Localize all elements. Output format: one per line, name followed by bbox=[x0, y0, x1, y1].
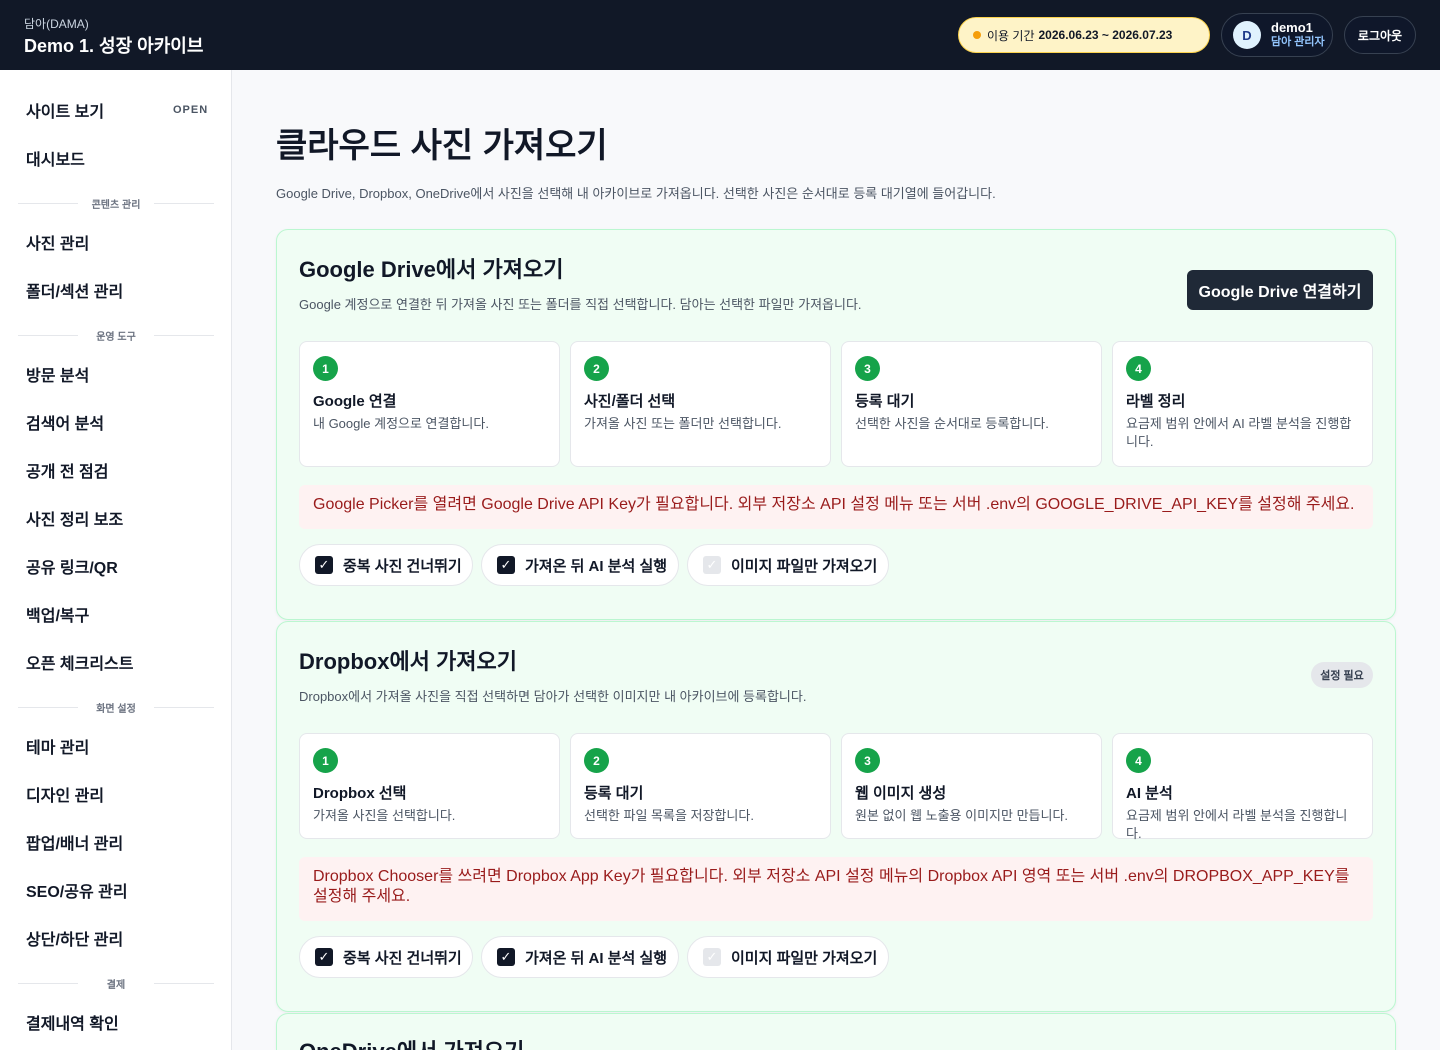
sidebar-item-visits[interactable]: 방문 분석 bbox=[26, 362, 89, 386]
option-label: 가져온 뒤 AI 분석 실행 bbox=[525, 557, 668, 575]
sidebar-item-backup[interactable]: 백업/복구 bbox=[26, 602, 89, 626]
api-key-alert: Google Picker를 열려면 Google Drive API Key가… bbox=[299, 485, 1373, 529]
sidebar-item-site-view[interactable]: 사이트 보기 bbox=[26, 98, 104, 122]
step-description: 가져올 사진을 선택합니다. bbox=[313, 808, 456, 823]
card-description: Google 계정으로 연결한 뒤 가져올 사진 또는 폴더를 직접 선택합니다… bbox=[299, 297, 862, 312]
sidebar-item-open-checklist[interactable]: 오픈 체크리스트 bbox=[26, 650, 134, 674]
sidebar-item-photo-assist[interactable]: 사진 정리 보조 bbox=[26, 506, 123, 530]
sidebar-item-precheck[interactable]: 공개 전 점검 bbox=[26, 458, 109, 482]
step-title: 사진/폴더 선택 bbox=[584, 393, 676, 410]
step-number: 2 bbox=[584, 748, 609, 773]
checkmark-icon: ✓ bbox=[497, 556, 515, 574]
step-description: 내 Google 계정으로 연결합니다. bbox=[313, 416, 489, 431]
sidebar-item-seo[interactable]: SEO/공유 관리 bbox=[26, 878, 128, 902]
step-number: 3 bbox=[855, 748, 880, 773]
step-title: 웹 이미지 생성 bbox=[855, 785, 947, 802]
run-ai-analysis-checkbox[interactable]: ✓ 가져온 뒤 AI 분석 실행 bbox=[481, 544, 679, 586]
step-number: 3 bbox=[855, 356, 880, 381]
brand-title[interactable]: Demo 1. 성장 아카이브 bbox=[24, 32, 203, 58]
step-card: 3 웹 이미지 생성 원본 없이 웹 노출용 이미지만 만듭니다. bbox=[841, 733, 1102, 839]
sidebar-item-header-footer[interactable]: 상단/하단 관리 bbox=[26, 926, 123, 950]
sidebar-item-theme[interactable]: 테마 관리 bbox=[26, 734, 89, 758]
subscription-period-badge: 이용 기간 2026.06.23 ~ 2026.07.23 bbox=[958, 17, 1210, 53]
period-value: 2026.06.23 ~ 2026.07.23 bbox=[1038, 28, 1173, 42]
page-title: 클라우드 사진 가져오기 bbox=[276, 127, 608, 165]
brand-subtitle: 담아(DAMA) bbox=[24, 17, 89, 31]
step-card: 3 등록 대기 선택한 사진을 순서대로 등록합니다. bbox=[841, 341, 1102, 467]
step-number: 4 bbox=[1126, 748, 1151, 773]
step-description: 가져올 사진 또는 폴더만 선택합니다. bbox=[584, 416, 782, 431]
sidebar-item-search-terms[interactable]: 검색어 분석 bbox=[26, 410, 104, 434]
run-ai-analysis-checkbox[interactable]: ✓ 가져온 뒤 AI 분석 실행 bbox=[481, 936, 679, 978]
option-label: 가져온 뒤 AI 분석 실행 bbox=[525, 949, 668, 967]
card-title: Google Drive에서 가져오기 bbox=[299, 257, 564, 282]
card-title: OneDrive에서 가져오기 bbox=[299, 1034, 524, 1050]
step-title: Google 연결 bbox=[313, 393, 397, 410]
sidebar-item-dashboard[interactable]: 대시보드 bbox=[26, 146, 85, 170]
google-drive-card: Google Drive에서 가져오기 Google 계정으로 연결한 뒤 가져… bbox=[276, 229, 1396, 620]
status-dot-icon bbox=[973, 31, 981, 39]
avatar: D bbox=[1233, 21, 1261, 49]
onedrive-card: OneDrive에서 가져오기 bbox=[276, 1013, 1396, 1050]
user-role: 담아 관리자 bbox=[1271, 36, 1325, 49]
step-number: 1 bbox=[313, 748, 338, 773]
site-open-badge: OPEN bbox=[173, 104, 209, 116]
checkmark-icon: ✓ bbox=[703, 948, 721, 966]
step-card: 4 AI 분석 요금제 범위 안에서 라벨 분석을 진행합니다. bbox=[1112, 733, 1373, 841]
step-title: 라벨 정리 bbox=[1126, 393, 1186, 410]
checkmark-icon: ✓ bbox=[315, 556, 333, 574]
step-number: 4 bbox=[1126, 356, 1151, 381]
step-description: 요금제 범위 안에서 라벨 분석을 진행합니다. bbox=[1126, 808, 1348, 842]
step-card: 4 라벨 정리 요금제 범위 안에서 AI 라벨 분석을 진행합니다. bbox=[1112, 341, 1373, 467]
logout-button[interactable]: 로그아웃 bbox=[1344, 16, 1416, 54]
sidebar-section-content: 콘텐츠 관리 bbox=[18, 196, 214, 211]
step-title: AI 분석 bbox=[1126, 785, 1173, 802]
step-title: Dropbox 선택 bbox=[313, 785, 407, 802]
step-card: 2 사진/폴더 선택 가져올 사진 또는 폴더만 선택합니다. bbox=[570, 341, 831, 467]
step-card: 2 등록 대기 선택한 파일 목록을 저장합니다. bbox=[570, 733, 831, 839]
skip-duplicates-checkbox[interactable]: ✓ 중복 사진 건너뛰기 bbox=[299, 936, 473, 978]
step-number: 1 bbox=[313, 356, 338, 381]
sidebar-section-payment: 결제 bbox=[18, 976, 214, 991]
step-description: 선택한 파일 목록을 저장합니다. bbox=[584, 808, 754, 823]
step-card: 1 Dropbox 선택 가져올 사진을 선택합니다. bbox=[299, 733, 560, 839]
sidebar-item-share-qr[interactable]: 공유 링크/QR bbox=[26, 554, 118, 578]
images-only-checkbox: ✓ 이미지 파일만 가져오기 bbox=[687, 544, 889, 586]
option-label: 이미지 파일만 가져오기 bbox=[731, 557, 878, 575]
sidebar-item-payments[interactable]: 결제내역 확인 bbox=[26, 1010, 119, 1034]
google-drive-connect-button[interactable]: Google Drive 연결하기 bbox=[1187, 270, 1373, 310]
card-description: Dropbox에서 가져올 사진을 직접 선택하면 담아가 선택한 이미지만 내… bbox=[299, 689, 807, 704]
checkmark-icon: ✓ bbox=[315, 948, 333, 966]
card-title: Dropbox에서 가져오기 bbox=[299, 649, 517, 674]
step-title: 등록 대기 bbox=[855, 393, 915, 410]
step-number: 2 bbox=[584, 356, 609, 381]
step-description: 요금제 범위 안에서 AI 라벨 분석을 진행합니다. bbox=[1126, 416, 1352, 450]
option-label: 중복 사진 건너뛰기 bbox=[343, 557, 462, 575]
period-label: 이용 기간 bbox=[987, 28, 1035, 43]
user-menu[interactable]: D demo1 담아 관리자 bbox=[1221, 13, 1333, 57]
step-title: 등록 대기 bbox=[584, 785, 644, 802]
option-label: 중복 사진 건너뛰기 bbox=[343, 949, 462, 967]
checkmark-icon: ✓ bbox=[703, 556, 721, 574]
sidebar-section-screen: 화면 설정 bbox=[18, 700, 214, 715]
dropbox-card: Dropbox에서 가져오기 Dropbox에서 가져올 사진을 직접 선택하면… bbox=[276, 621, 1396, 1012]
user-name: demo1 bbox=[1271, 20, 1313, 36]
step-description: 선택한 사진을 순서대로 등록합니다. bbox=[855, 416, 1049, 431]
setup-required-badge: 설정 필요 bbox=[1311, 662, 1373, 688]
page-description: Google Drive, Dropbox, OneDrive에서 사진을 선택… bbox=[276, 186, 996, 201]
option-label: 이미지 파일만 가져오기 bbox=[731, 949, 878, 967]
step-card: 1 Google 연결 내 Google 계정으로 연결합니다. bbox=[299, 341, 560, 467]
step-description: 원본 없이 웹 노출용 이미지만 만듭니다. bbox=[855, 808, 1069, 823]
sidebar-item-photos[interactable]: 사진 관리 bbox=[26, 230, 89, 254]
app-key-alert: Dropbox Chooser를 쓰려면 Dropbox App Key가 필요… bbox=[299, 857, 1373, 921]
skip-duplicates-checkbox[interactable]: ✓ 중복 사진 건너뛰기 bbox=[299, 544, 473, 586]
sidebar-item-design[interactable]: 디자인 관리 bbox=[26, 782, 104, 806]
top-bar: 담아(DAMA) Demo 1. 성장 아카이브 이용 기간 2026.06.2… bbox=[0, 0, 1440, 70]
images-only-checkbox: ✓ 이미지 파일만 가져오기 bbox=[687, 936, 889, 978]
sidebar-item-popup[interactable]: 팝업/배너 관리 bbox=[26, 830, 123, 854]
sidebar: 사이트 보기 OPEN 대시보드 콘텐츠 관리 사진 관리 폴더/섹션 관리 운… bbox=[0, 70, 232, 1050]
sidebar-section-ops: 운영 도구 bbox=[18, 328, 214, 343]
checkmark-icon: ✓ bbox=[497, 948, 515, 966]
sidebar-item-folders[interactable]: 폴더/섹션 관리 bbox=[26, 278, 123, 302]
